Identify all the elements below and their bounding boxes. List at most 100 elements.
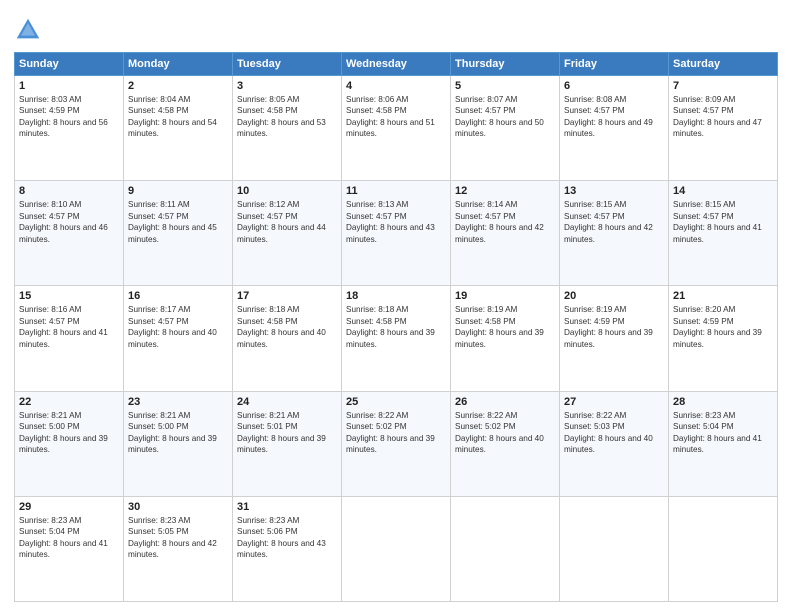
calendar-cell: [451, 496, 560, 601]
day-info: Sunrise: 8:11 AMSunset: 4:57 PMDaylight:…: [128, 200, 217, 243]
day-number: 18: [346, 290, 446, 302]
calendar-cell: 7 Sunrise: 8:09 AMSunset: 4:57 PMDayligh…: [669, 76, 778, 181]
day-info: Sunrise: 8:20 AMSunset: 4:59 PMDaylight:…: [673, 305, 762, 348]
calendar-cell: 29 Sunrise: 8:23 AMSunset: 5:04 PMDaylig…: [15, 496, 124, 601]
calendar-cell: 15 Sunrise: 8:16 AMSunset: 4:57 PMDaylig…: [15, 286, 124, 391]
day-number: 14: [673, 185, 773, 197]
calendar-header-monday: Monday: [124, 53, 233, 76]
day-info: Sunrise: 8:14 AMSunset: 4:57 PMDaylight:…: [455, 200, 544, 243]
day-info: Sunrise: 8:19 AMSunset: 4:58 PMDaylight:…: [455, 305, 544, 348]
day-number: 13: [564, 185, 664, 197]
day-number: 21: [673, 290, 773, 302]
calendar-cell: 16 Sunrise: 8:17 AMSunset: 4:57 PMDaylig…: [124, 286, 233, 391]
calendar-header-row: SundayMondayTuesdayWednesdayThursdayFrid…: [15, 53, 778, 76]
day-info: Sunrise: 8:23 AMSunset: 5:04 PMDaylight:…: [673, 411, 762, 454]
day-info: Sunrise: 8:22 AMSunset: 5:02 PMDaylight:…: [346, 411, 435, 454]
calendar-header-friday: Friday: [560, 53, 669, 76]
page-container: SundayMondayTuesdayWednesdayThursdayFrid…: [0, 0, 792, 612]
day-number: 3: [237, 80, 337, 92]
calendar-cell: 10 Sunrise: 8:12 AMSunset: 4:57 PMDaylig…: [233, 181, 342, 286]
day-number: 15: [19, 290, 119, 302]
day-number: 7: [673, 80, 773, 92]
calendar-cell: 13 Sunrise: 8:15 AMSunset: 4:57 PMDaylig…: [560, 181, 669, 286]
day-info: Sunrise: 8:04 AMSunset: 4:58 PMDaylight:…: [128, 95, 217, 138]
calendar-week-2: 8 Sunrise: 8:10 AMSunset: 4:57 PMDayligh…: [15, 181, 778, 286]
calendar-header-wednesday: Wednesday: [342, 53, 451, 76]
day-number: 6: [564, 80, 664, 92]
calendar-cell: 27 Sunrise: 8:22 AMSunset: 5:03 PMDaylig…: [560, 391, 669, 496]
day-number: 23: [128, 396, 228, 408]
day-info: Sunrise: 8:08 AMSunset: 4:57 PMDaylight:…: [564, 95, 653, 138]
day-info: Sunrise: 8:15 AMSunset: 4:57 PMDaylight:…: [673, 200, 762, 243]
calendar-cell: 19 Sunrise: 8:19 AMSunset: 4:58 PMDaylig…: [451, 286, 560, 391]
day-info: Sunrise: 8:23 AMSunset: 5:05 PMDaylight:…: [128, 516, 217, 559]
day-info: Sunrise: 8:13 AMSunset: 4:57 PMDaylight:…: [346, 200, 435, 243]
day-info: Sunrise: 8:19 AMSunset: 4:59 PMDaylight:…: [564, 305, 653, 348]
calendar-header-saturday: Saturday: [669, 53, 778, 76]
day-info: Sunrise: 8:05 AMSunset: 4:58 PMDaylight:…: [237, 95, 326, 138]
day-number: 4: [346, 80, 446, 92]
day-info: Sunrise: 8:18 AMSunset: 4:58 PMDaylight:…: [237, 305, 326, 348]
calendar-week-4: 22 Sunrise: 8:21 AMSunset: 5:00 PMDaylig…: [15, 391, 778, 496]
day-info: Sunrise: 8:21 AMSunset: 5:00 PMDaylight:…: [128, 411, 217, 454]
day-number: 8: [19, 185, 119, 197]
calendar-cell: 26 Sunrise: 8:22 AMSunset: 5:02 PMDaylig…: [451, 391, 560, 496]
day-number: 28: [673, 396, 773, 408]
calendar-cell: 12 Sunrise: 8:14 AMSunset: 4:57 PMDaylig…: [451, 181, 560, 286]
calendar-cell: 3 Sunrise: 8:05 AMSunset: 4:58 PMDayligh…: [233, 76, 342, 181]
calendar-cell: 1 Sunrise: 8:03 AMSunset: 4:59 PMDayligh…: [15, 76, 124, 181]
day-number: 10: [237, 185, 337, 197]
calendar-week-1: 1 Sunrise: 8:03 AMSunset: 4:59 PMDayligh…: [15, 76, 778, 181]
calendar-cell: 17 Sunrise: 8:18 AMSunset: 4:58 PMDaylig…: [233, 286, 342, 391]
calendar-header-sunday: Sunday: [15, 53, 124, 76]
day-info: Sunrise: 8:21 AMSunset: 5:00 PMDaylight:…: [19, 411, 108, 454]
calendar-cell: [669, 496, 778, 601]
calendar-week-5: 29 Sunrise: 8:23 AMSunset: 5:04 PMDaylig…: [15, 496, 778, 601]
day-info: Sunrise: 8:09 AMSunset: 4:57 PMDaylight:…: [673, 95, 762, 138]
day-number: 24: [237, 396, 337, 408]
day-number: 19: [455, 290, 555, 302]
calendar-cell: 28 Sunrise: 8:23 AMSunset: 5:04 PMDaylig…: [669, 391, 778, 496]
calendar-header-tuesday: Tuesday: [233, 53, 342, 76]
day-info: Sunrise: 8:10 AMSunset: 4:57 PMDaylight:…: [19, 200, 108, 243]
day-number: 5: [455, 80, 555, 92]
day-number: 12: [455, 185, 555, 197]
calendar-cell: [560, 496, 669, 601]
calendar-cell: 14 Sunrise: 8:15 AMSunset: 4:57 PMDaylig…: [669, 181, 778, 286]
day-info: Sunrise: 8:16 AMSunset: 4:57 PMDaylight:…: [19, 305, 108, 348]
calendar-cell: 5 Sunrise: 8:07 AMSunset: 4:57 PMDayligh…: [451, 76, 560, 181]
calendar-cell: 21 Sunrise: 8:20 AMSunset: 4:59 PMDaylig…: [669, 286, 778, 391]
day-info: Sunrise: 8:21 AMSunset: 5:01 PMDaylight:…: [237, 411, 326, 454]
logo-icon: [14, 16, 42, 44]
calendar-cell: 25 Sunrise: 8:22 AMSunset: 5:02 PMDaylig…: [342, 391, 451, 496]
calendar-cell: 8 Sunrise: 8:10 AMSunset: 4:57 PMDayligh…: [15, 181, 124, 286]
day-number: 31: [237, 501, 337, 513]
calendar-cell: 23 Sunrise: 8:21 AMSunset: 5:00 PMDaylig…: [124, 391, 233, 496]
calendar-header-thursday: Thursday: [451, 53, 560, 76]
calendar-week-3: 15 Sunrise: 8:16 AMSunset: 4:57 PMDaylig…: [15, 286, 778, 391]
calendar-table: SundayMondayTuesdayWednesdayThursdayFrid…: [14, 52, 778, 602]
day-number: 9: [128, 185, 228, 197]
day-number: 29: [19, 501, 119, 513]
page-header: [14, 12, 778, 44]
calendar-cell: [342, 496, 451, 601]
day-info: Sunrise: 8:12 AMSunset: 4:57 PMDaylight:…: [237, 200, 326, 243]
day-info: Sunrise: 8:06 AMSunset: 4:58 PMDaylight:…: [346, 95, 435, 138]
calendar-cell: 6 Sunrise: 8:08 AMSunset: 4:57 PMDayligh…: [560, 76, 669, 181]
day-number: 25: [346, 396, 446, 408]
calendar-cell: 4 Sunrise: 8:06 AMSunset: 4:58 PMDayligh…: [342, 76, 451, 181]
calendar-cell: 30 Sunrise: 8:23 AMSunset: 5:05 PMDaylig…: [124, 496, 233, 601]
calendar-cell: 11 Sunrise: 8:13 AMSunset: 4:57 PMDaylig…: [342, 181, 451, 286]
day-number: 30: [128, 501, 228, 513]
day-number: 22: [19, 396, 119, 408]
day-number: 11: [346, 185, 446, 197]
day-number: 27: [564, 396, 664, 408]
day-info: Sunrise: 8:15 AMSunset: 4:57 PMDaylight:…: [564, 200, 653, 243]
day-number: 20: [564, 290, 664, 302]
day-info: Sunrise: 8:07 AMSunset: 4:57 PMDaylight:…: [455, 95, 544, 138]
calendar-cell: 20 Sunrise: 8:19 AMSunset: 4:59 PMDaylig…: [560, 286, 669, 391]
day-number: 1: [19, 80, 119, 92]
day-number: 2: [128, 80, 228, 92]
day-info: Sunrise: 8:22 AMSunset: 5:03 PMDaylight:…: [564, 411, 653, 454]
day-info: Sunrise: 8:22 AMSunset: 5:02 PMDaylight:…: [455, 411, 544, 454]
